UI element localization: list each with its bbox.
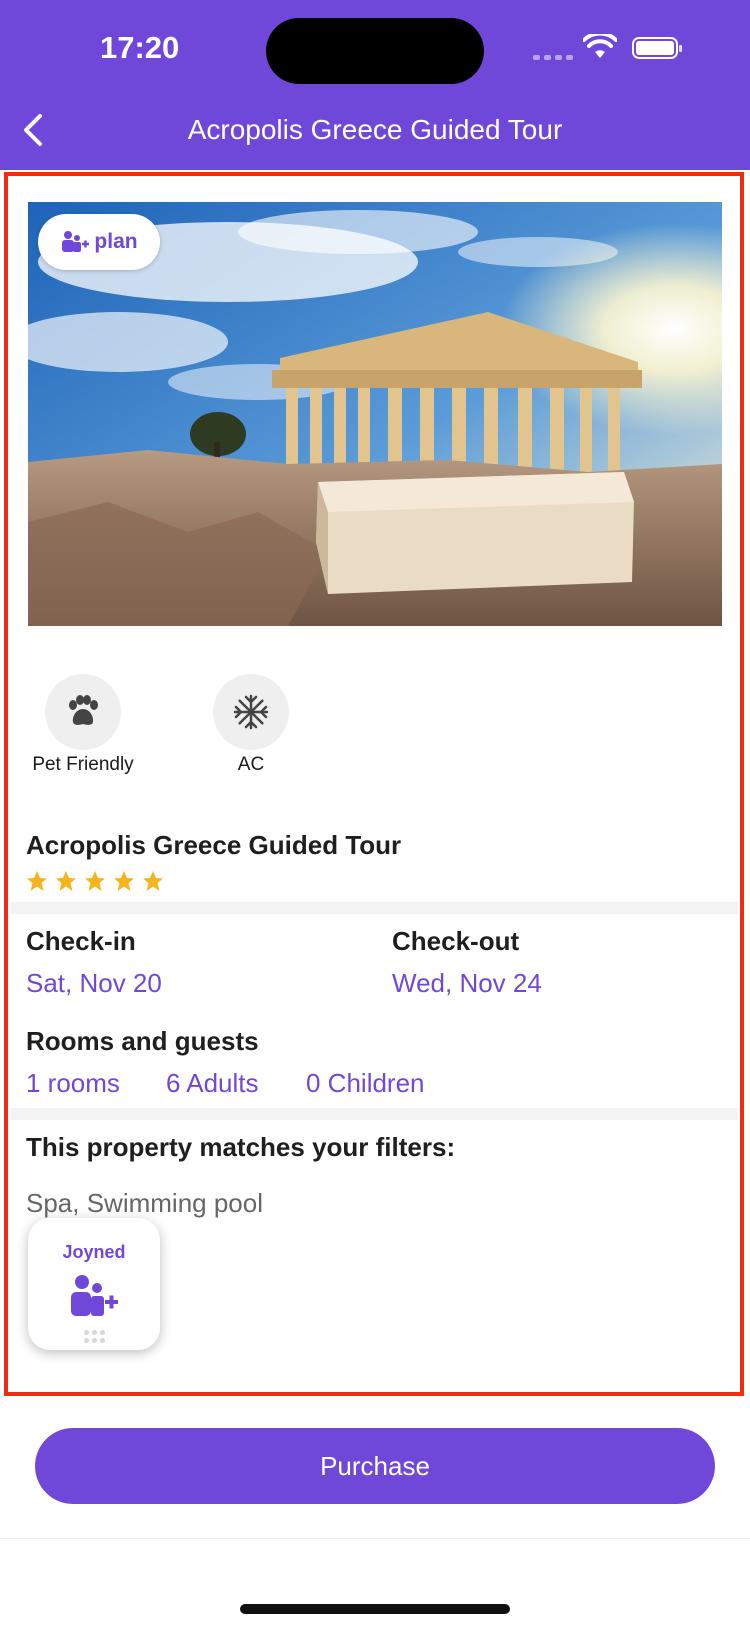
highlight-frame	[4, 172, 744, 1396]
back-chevron-icon[interactable]	[18, 110, 50, 150]
page-title: Acropolis Greece Guided Tour	[187, 114, 563, 145]
app-header: 17:20 Acropolis Greece Guided Tour	[0, 0, 750, 170]
home-indicator[interactable]	[240, 1604, 510, 1614]
cellular-signal-icon	[533, 55, 573, 60]
battery-icon	[632, 37, 682, 59]
status-time: 17:20	[100, 30, 180, 65]
purchase-button[interactable]: Purchase	[35, 1428, 715, 1504]
wifi-icon	[583, 34, 617, 58]
footer-divider	[0, 1538, 750, 1539]
dynamic-island	[266, 18, 484, 84]
